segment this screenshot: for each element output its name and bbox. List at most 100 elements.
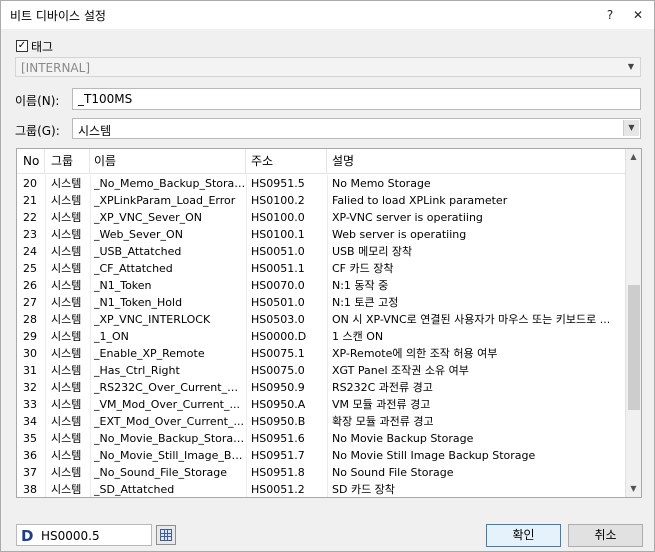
- tag-checkbox[interactable]: ✓: [16, 40, 28, 52]
- cancel-button[interactable]: 취소: [568, 524, 643, 547]
- table-row[interactable]: 34 시스템 _EXT_Mod_Over_Current_... HS0950.B 확장…: [17, 413, 625, 430]
- device-address-field[interactable]: D HS0000.5: [16, 524, 152, 546]
- table-cell-address: HS0075.1: [251, 347, 305, 360]
- table-cell-no: 28: [23, 313, 37, 326]
- column-header-address[interactable]: 주소: [246, 149, 327, 173]
- table-cell-group: 시스템: [51, 330, 82, 343]
- vertical-scrollbar[interactable]: ▲ ▼: [625, 149, 641, 497]
- bit-device-settings-dialog: 비트 디바이스 설정 ? ✕ ✓ 태그 [INTERNAL] ▼ 이름(N): …: [0, 0, 655, 552]
- column-separator: [45, 209, 46, 226]
- table-cell-desc: ON 시 XP-VNC로 연결된 사용자가 마우스 또는 키보드로 ...: [332, 313, 611, 326]
- table-row[interactable]: 38 시스템 _SD_Attatched HS0051.2 SD 카드 장착: [17, 481, 625, 497]
- table-row[interactable]: 29 시스템 _1_ON HS0000.D 1 스캔 ON: [17, 328, 625, 345]
- column-separator: [90, 294, 91, 311]
- table-row[interactable]: 35 시스템 _No_Movie_Backup_Storage HS0951.6 No …: [17, 430, 625, 447]
- table-cell-desc: CF 카드 장착: [332, 262, 394, 275]
- table-cell-no: 35: [23, 432, 37, 445]
- column-separator: [327, 447, 328, 464]
- table-cell-address: HS0950.9: [251, 381, 305, 394]
- table-cell-address: HS0051.2: [251, 483, 305, 496]
- column-separator: [327, 413, 328, 430]
- column-separator: [90, 345, 91, 362]
- column-separator: [246, 209, 247, 226]
- column-header-description[interactable]: 설명: [327, 149, 625, 173]
- group-select[interactable]: 시스템 ▼: [72, 118, 641, 139]
- name-input[interactable]: _T100MS: [72, 88, 641, 110]
- table-cell-group: 시스템: [51, 279, 82, 292]
- table-cell-no: 22: [23, 211, 37, 224]
- table-cell-group: 시스템: [51, 262, 82, 275]
- table-cell-group: 시스템: [51, 381, 82, 394]
- dialog-title: 비트 디바이스 설정: [10, 9, 106, 23]
- help-button[interactable]: ?: [601, 6, 619, 24]
- column-separator: [90, 209, 91, 226]
- scrollbar-thumb[interactable]: [628, 285, 640, 411]
- table-row[interactable]: 20 시스템 _No_Memo_Backup_Storage HS0951.5 No M…: [17, 175, 625, 192]
- scroll-up-icon[interactable]: ▲: [626, 149, 641, 165]
- table-row[interactable]: 24 시스템 _USB_Attatched HS0051.0 USB 메모리 장착: [17, 243, 625, 260]
- column-separator: [45, 277, 46, 294]
- ok-button[interactable]: 확인: [486, 524, 561, 547]
- column-separator: [90, 379, 91, 396]
- table-row[interactable]: 22 시스템 _XP_VNC_Sever_ON HS0100.0 XP-VNC serv…: [17, 209, 625, 226]
- column-separator: [45, 260, 46, 277]
- name-label: 이름(N):: [15, 94, 60, 108]
- column-separator: [90, 277, 91, 294]
- table-cell-no: 26: [23, 279, 37, 292]
- close-button[interactable]: ✕: [629, 6, 647, 24]
- table-cell-desc: USB 메모리 장착: [332, 245, 413, 258]
- table-row[interactable]: 28 시스템 _XP_VNC_INTERLOCK HS0503.0 ON 시 XP-VN…: [17, 311, 625, 328]
- column-separator: [246, 430, 247, 447]
- table-cell-desc: SD 카드 장착: [332, 483, 395, 496]
- table-row[interactable]: 33 시스템 _VM_Mod_Over_Current_... HS0950.A VM …: [17, 396, 625, 413]
- column-separator: [327, 260, 328, 277]
- table-cell-group: 시스템: [51, 245, 82, 258]
- scroll-down-icon[interactable]: ▼: [626, 481, 641, 497]
- column-header-no[interactable]: No: [17, 149, 45, 173]
- table-row[interactable]: 37 시스템 _No_Sound_File_Storage HS0951.8 No So…: [17, 464, 625, 481]
- table-cell-no: 33: [23, 398, 37, 411]
- table-cell-name: _CF_Attatched: [94, 262, 173, 275]
- chevron-down-icon: ▼: [627, 62, 635, 71]
- column-separator: [327, 379, 328, 396]
- column-separator: [327, 226, 328, 243]
- table-row[interactable]: 21 시스템 _XPLinkParam_Load_Error HS0100.2 Fali…: [17, 192, 625, 209]
- column-separator: [45, 379, 46, 396]
- table-cell-group: 시스템: [51, 432, 82, 445]
- table-row[interactable]: 32 시스템 _RS232C_Over_Current_W... HS0950.9 RS…: [17, 379, 625, 396]
- table-row[interactable]: 25 시스템 _CF_Attatched HS0051.1 CF 카드 장착: [17, 260, 625, 277]
- table-cell-desc: XP-Remote에 의한 조작 허용 여부: [332, 347, 498, 360]
- table-row[interactable]: 31 시스템 _Has_Ctrl_Right HS0075.0 XGT Panel 조작…: [17, 362, 625, 379]
- table-cell-address: HS0951.7: [251, 449, 305, 462]
- column-separator: [327, 192, 328, 209]
- table-row[interactable]: 23 시스템 _Web_Sever_ON HS0100.1 Web server is …: [17, 226, 625, 243]
- table-cell-address: HS0100.0: [251, 211, 305, 224]
- table-cell-name: _XPLinkParam_Load_Error: [94, 194, 236, 207]
- table-row[interactable]: 30 시스템 _Enable_XP_Remote HS0075.1 XP-Remote에…: [17, 345, 625, 362]
- column-header-name[interactable]: 이름: [90, 149, 246, 173]
- table-cell-no: 36: [23, 449, 37, 462]
- table-cell-group: 시스템: [51, 415, 82, 428]
- table-row[interactable]: 27 시스템 _N1_Token_Hold HS0501.0 N:1 토큰 고정: [17, 294, 625, 311]
- column-separator: [246, 464, 247, 481]
- table-cell-no: 20: [23, 177, 37, 190]
- table-cell-no: 23: [23, 228, 37, 241]
- table-row[interactable]: 36 시스템 _No_Movie_Still_Image_Bac... HS0951.…: [17, 447, 625, 464]
- column-separator: [90, 430, 91, 447]
- address-picker-button[interactable]: [156, 525, 176, 545]
- column-separator: [327, 311, 328, 328]
- chevron-down-icon[interactable]: ▼: [623, 120, 639, 136]
- column-separator: [90, 192, 91, 209]
- table-cell-address: HS0950.A: [251, 398, 306, 411]
- column-separator: [327, 209, 328, 226]
- table-cell-group: 시스템: [51, 449, 82, 462]
- table-cell-name: _Enable_XP_Remote: [94, 347, 205, 360]
- column-separator: [90, 413, 91, 430]
- table-row[interactable]: 26 시스템 _N1_Token HS0070.0 N:1 동작 중: [17, 277, 625, 294]
- column-separator: [90, 311, 91, 328]
- column-header-group[interactable]: 그룹: [45, 149, 90, 173]
- table-cell-name: _N1_Token_Hold: [94, 296, 183, 309]
- table-cell-no: 21: [23, 194, 37, 207]
- column-separator: [246, 175, 247, 192]
- device-type-icon: D: [21, 527, 34, 545]
